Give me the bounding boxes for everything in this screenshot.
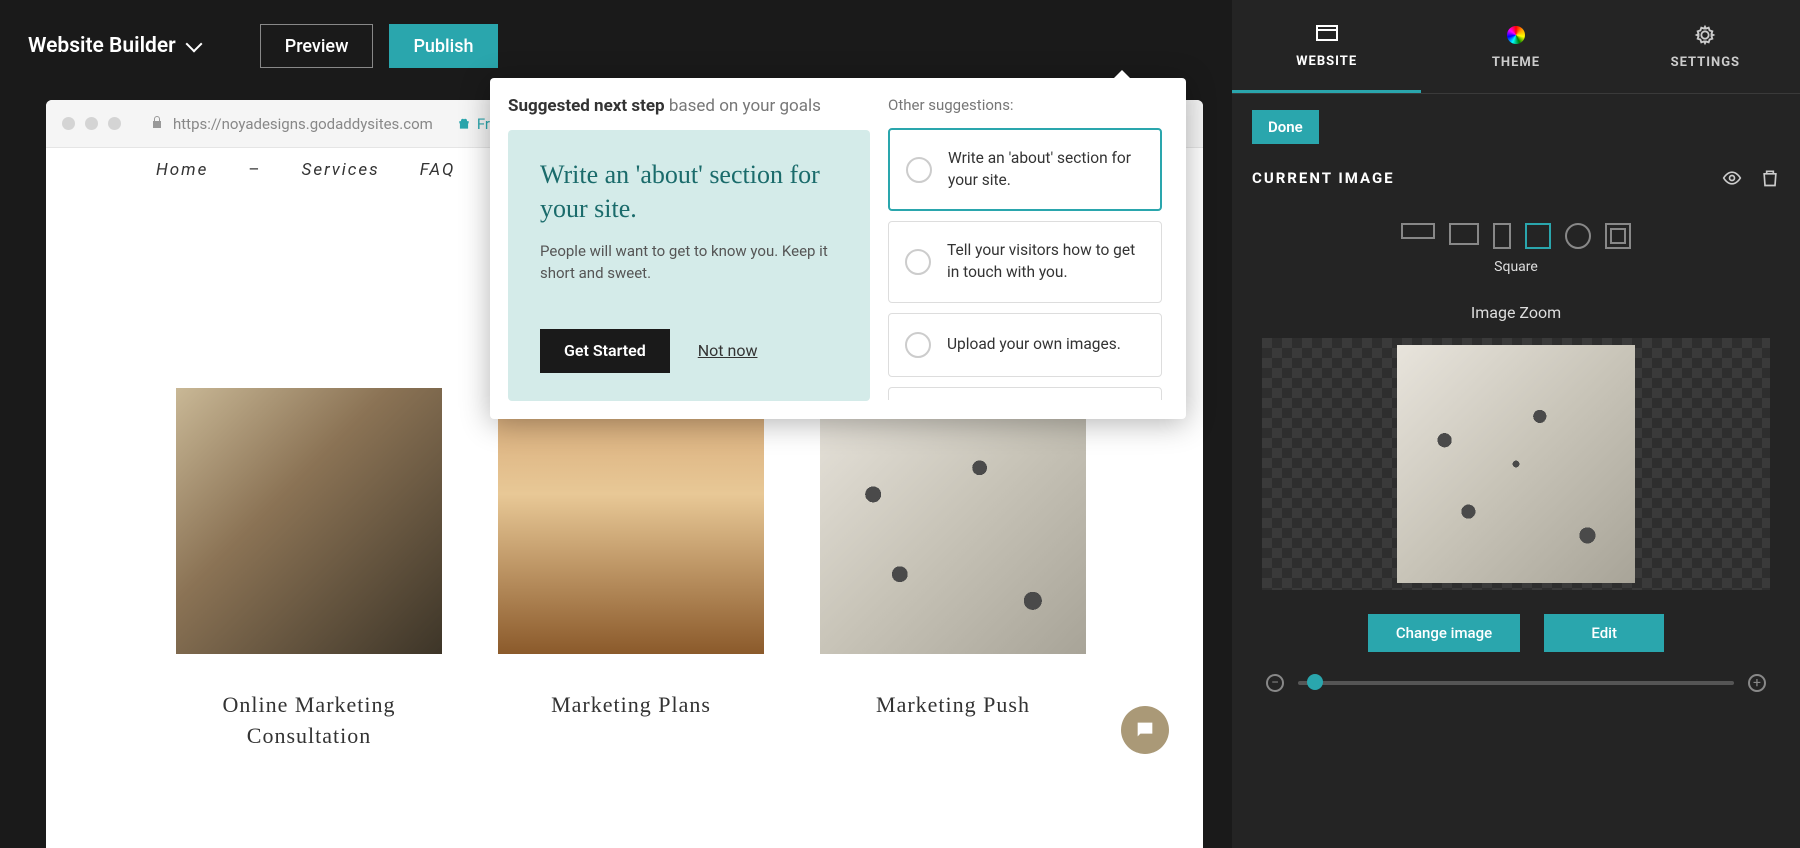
nav-faq[interactable]: FAQ — [420, 160, 456, 180]
card-title: Online Marketing Consultation — [176, 690, 442, 752]
radio-icon — [905, 332, 931, 358]
zoom-preview[interactable] — [1262, 338, 1770, 590]
get-started-button[interactable]: Get Started — [540, 329, 670, 373]
slider-track[interactable] — [1298, 681, 1734, 685]
suggestion-item[interactable] — [888, 387, 1162, 400]
shape-portrait[interactable] — [1493, 223, 1511, 249]
edit-button[interactable]: Edit — [1544, 614, 1664, 652]
suggestion-item[interactable]: Upload your own images. — [888, 313, 1162, 377]
radio-icon — [906, 157, 932, 183]
nav-separator: – — [248, 160, 261, 180]
tab-website[interactable]: WEBSITE — [1232, 0, 1421, 93]
zoom-in-icon[interactable]: + — [1748, 674, 1766, 692]
preview-button[interactable]: Preview — [260, 24, 374, 68]
shape-label: Square — [1252, 259, 1780, 275]
card-image — [820, 388, 1086, 654]
zoom-image — [1397, 345, 1635, 583]
card-row: Online Marketing Consultation Marketing … — [46, 388, 1203, 752]
chevron-down-icon — [185, 36, 202, 53]
card-title: Marketing Push — [820, 690, 1086, 721]
crop-shapes — [1252, 223, 1780, 249]
trash-icon[interactable] — [1760, 168, 1780, 188]
suggestion-item[interactable]: Tell your visitors how to get in touch w… — [888, 221, 1162, 302]
service-card[interactable]: Marketing Plans — [498, 388, 764, 752]
visibility-icon[interactable] — [1722, 168, 1742, 188]
suggestion-list[interactable]: Write an 'about' section for your site. … — [888, 128, 1168, 400]
lock-icon — [151, 115, 163, 133]
brand-dropdown[interactable]: Website Builder — [28, 34, 200, 58]
tab-theme[interactable]: THEME — [1421, 0, 1610, 93]
right-panel: WEBSITE THEME SETTINGS Done CURRENT IMAG… — [1232, 0, 1800, 848]
url-display: https://noyadesigns.godaddysites.com — [173, 115, 433, 133]
website-icon — [1315, 22, 1339, 46]
primary-suggestion: Write an 'about' section for your site. … — [508, 130, 870, 401]
brand-label: Website Builder — [28, 34, 176, 58]
shape-circle[interactable] — [1565, 223, 1591, 249]
zoom-slider[interactable]: − + — [1266, 674, 1766, 692]
gear-icon — [1693, 23, 1717, 47]
panel-tabs: WEBSITE THEME SETTINGS — [1232, 0, 1800, 94]
slider-thumb[interactable] — [1307, 674, 1323, 690]
suggestion-body: People will want to get to know you. Kee… — [540, 240, 838, 285]
service-card[interactable]: Marketing Push — [820, 388, 1086, 752]
change-image-button[interactable]: Change image — [1368, 614, 1520, 652]
radio-icon — [905, 249, 931, 275]
suggestion-title: Write an 'about' section for your site. — [540, 158, 838, 226]
other-suggestions-label: Other suggestions: — [888, 96, 1168, 114]
theme-icon — [1507, 26, 1525, 44]
card-image — [498, 388, 764, 654]
shape-landscape[interactable] — [1449, 223, 1479, 245]
chat-icon — [1134, 719, 1156, 741]
shape-square[interactable] — [1525, 223, 1551, 249]
service-card[interactable]: Online Marketing Consultation — [176, 388, 442, 752]
window-dot — [62, 117, 75, 130]
window-dot — [108, 117, 121, 130]
done-button[interactable]: Done — [1252, 110, 1319, 144]
section-title: CURRENT IMAGE — [1252, 169, 1395, 187]
chat-fab[interactable] — [1121, 706, 1169, 754]
gift-icon — [457, 117, 471, 131]
next-steps-popup: Suggested next step based on your goals … — [490, 78, 1186, 419]
card-title: Marketing Plans — [498, 690, 764, 721]
window-dot — [85, 117, 98, 130]
zoom-out-icon[interactable]: − — [1266, 674, 1284, 692]
tab-settings[interactable]: SETTINGS — [1611, 0, 1800, 93]
publish-button[interactable]: Publish — [389, 24, 497, 68]
nav-home[interactable]: Home — [156, 160, 208, 180]
shape-wide[interactable] — [1401, 223, 1435, 239]
not-now-link[interactable]: Not now — [698, 341, 758, 360]
shape-inset[interactable] — [1605, 223, 1631, 249]
zoom-label: Image Zoom — [1252, 303, 1780, 322]
popup-heading: Suggested next step based on your goals — [508, 96, 870, 116]
nav-services[interactable]: Services — [302, 160, 380, 180]
card-image — [176, 388, 442, 654]
suggestion-item[interactable]: Write an 'about' section for your site. — [888, 128, 1162, 211]
